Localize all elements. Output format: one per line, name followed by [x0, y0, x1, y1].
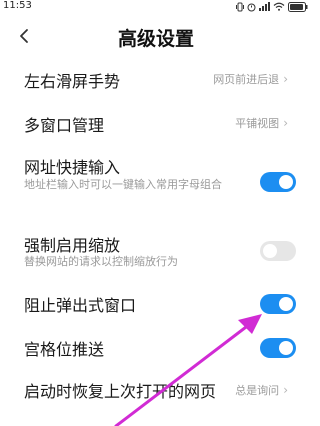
annotation-arrow	[114, 314, 262, 426]
